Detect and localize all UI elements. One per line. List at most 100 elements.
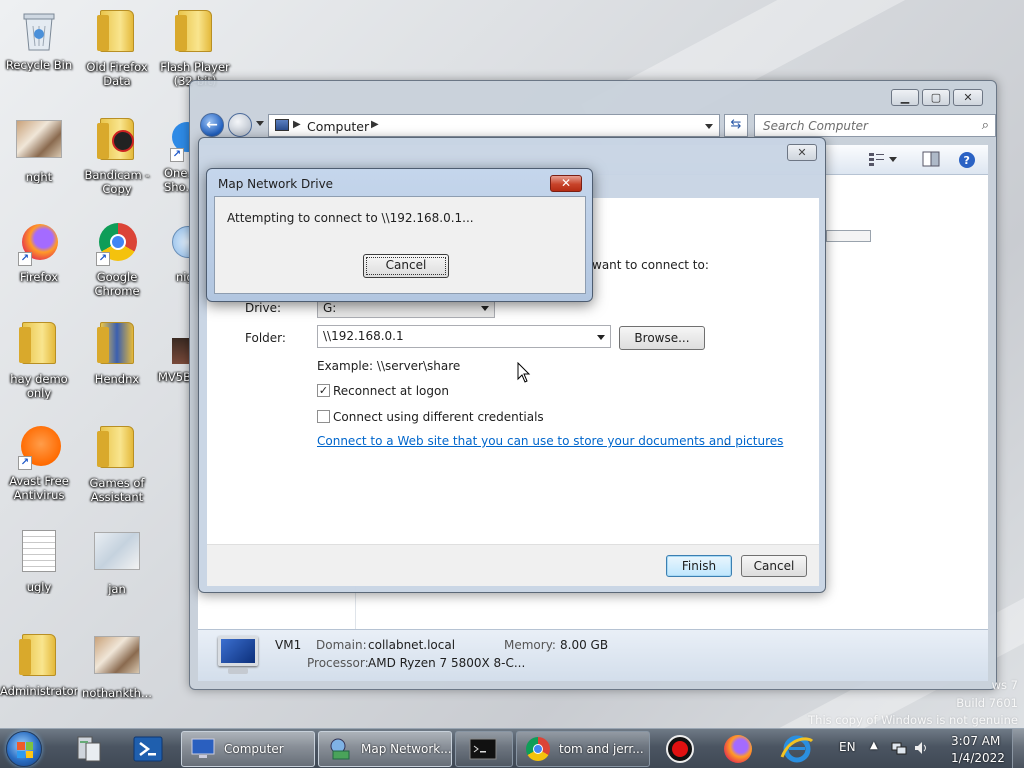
pinned-recorder[interactable]	[656, 733, 704, 765]
desktop-icon-nothankth[interactable]: nothankth...	[78, 632, 156, 700]
search-placeholder: Search Computer	[763, 119, 868, 133]
minimize-button[interactable]: ▁	[891, 89, 919, 106]
volume-tray-icon[interactable]	[913, 740, 929, 756]
desktop-icon-label: nig...	[176, 270, 190, 284]
task-chrome[interactable]: tom and jerr...	[516, 731, 650, 767]
task-computer[interactable]: Computer	[181, 731, 315, 767]
chevron-down-icon[interactable]	[597, 335, 605, 340]
desktop-icon-jan[interactable]: jan	[78, 528, 156, 596]
browse-button[interactable]: Browse...	[619, 326, 705, 350]
task-map-network-drive[interactable]: Map Network...	[318, 731, 452, 767]
preview-pane-icon[interactable]	[922, 151, 940, 167]
folder-icon	[97, 10, 134, 52]
folder-icon	[97, 426, 134, 468]
folder-input[interactable]: \\192.168.0.1	[317, 325, 611, 348]
computer-icon	[190, 737, 216, 761]
chevron-down-icon	[481, 306, 489, 311]
credentials-label[interactable]: Connect using different credentials	[333, 410, 544, 424]
pinned-internet-explorer[interactable]	[772, 733, 820, 765]
connecting-message: Attempting to connect to \\192.168.0.1..…	[227, 211, 474, 225]
wizard-close-button[interactable]: ✕	[787, 144, 817, 161]
search-icon: ⌕	[981, 118, 989, 133]
address-bar[interactable]: ▶ Computer ▶	[268, 114, 720, 137]
chrome-icon	[525, 737, 551, 761]
desktop-icon-flash-player[interactable]: Flash Player (32-bit)	[156, 8, 234, 88]
folder-icon	[175, 10, 212, 52]
computer-name: VM1	[275, 638, 302, 652]
address-dropdown-icon[interactable]	[705, 124, 713, 129]
desktop-icon-label: MV5B...	[158, 370, 190, 384]
desktop-icon-label: nothankth...	[82, 686, 152, 700]
desktop-icon-ugly[interactable]: ugly	[0, 528, 78, 594]
credentials-checkbox[interactable]	[317, 410, 330, 423]
firefox-icon	[724, 735, 752, 763]
forward-button[interactable]	[228, 113, 252, 137]
desktop-icon-bandicam-copy[interactable]: Bandicam - Copy	[78, 116, 156, 196]
desktop-icon-administrator[interactable]: Administrator	[0, 632, 78, 698]
search-input[interactable]: Search Computer ⌕	[754, 114, 996, 137]
desktop-icon-mv5b[interactable]: MV5B...	[156, 320, 190, 384]
task-command-prompt[interactable]	[455, 731, 513, 767]
language-indicator[interactable]: EN	[839, 740, 856, 754]
back-button[interactable]: ←	[200, 113, 224, 137]
desktop-icon-nght[interactable]: nght	[0, 116, 78, 184]
help-icon[interactable]: ?	[958, 151, 976, 168]
desktop-icon-onedrive[interactable]: ↗ One... Sho...	[156, 116, 190, 194]
desktop-icon-avast[interactable]: ↗ Avast Free Antivirus	[0, 424, 78, 502]
windows-logo-icon	[17, 742, 33, 758]
recent-pages-dropdown[interactable]	[256, 121, 264, 126]
show-desktop-button[interactable]	[1012, 729, 1024, 768]
image-thumbnail-icon	[16, 120, 62, 158]
image-thumbnail-icon	[94, 532, 140, 570]
folder-icon	[19, 634, 56, 676]
pinned-server-manager[interactable]	[66, 733, 114, 765]
finish-button[interactable]: Finish	[666, 555, 732, 577]
network-tray-icon[interactable]	[891, 741, 907, 755]
breadcrumb-arrow-icon[interactable]: ▶	[371, 119, 379, 130]
reconnect-label[interactable]: Reconnect at logon	[333, 384, 449, 398]
watermark-build: Build 7601	[956, 696, 1018, 710]
processor-label: Processor:	[307, 656, 369, 670]
desktop-icon-label: Avast Free Antivirus	[9, 474, 69, 502]
desktop-icon-label: jan	[108, 582, 126, 596]
wizard-prompt-text: want to connect to:	[592, 258, 709, 272]
dialog-title: Map Network Drive	[218, 177, 334, 191]
desktop-icon-old-firefox-data[interactable]: Old Firefox Data	[78, 8, 156, 88]
folder-icon	[19, 322, 56, 364]
avast-icon: ↗	[16, 424, 62, 470]
breadcrumb-arrow-icon: ▶	[293, 119, 301, 130]
desktop-icon-label: Bandicam - Copy	[84, 168, 150, 196]
refresh-button[interactable]: ⇆	[724, 114, 748, 137]
dialog-close-button[interactable]: ✕	[550, 175, 582, 192]
desktop-icon-hendnx[interactable]: Hendnx	[78, 320, 156, 386]
clock-date[interactable]: 1/4/2022	[951, 751, 1005, 765]
internet-explorer-icon	[780, 735, 814, 763]
navigation-bar: ← ▶ Computer ▶ ⇆ Search Computer ⌕	[198, 113, 996, 139]
desktop-icon-firefox[interactable]: ↗ Firefox	[0, 220, 78, 284]
clock-time[interactable]: 3:07 AM	[951, 734, 1000, 748]
breadcrumb-computer[interactable]: Computer	[307, 119, 369, 134]
pinned-firefox[interactable]	[714, 733, 762, 765]
desktop-icon-recycle-bin[interactable]: Recycle Bin	[0, 8, 78, 72]
desktop-icon-hay-demo-only[interactable]: hay demo only	[0, 320, 78, 400]
desktop-icon-label: One... Sho...	[164, 166, 190, 194]
close-button[interactable]: ✕	[953, 89, 983, 106]
pinned-powershell[interactable]	[124, 733, 172, 765]
computer-monitor-icon	[218, 636, 258, 666]
view-options-icon[interactable]	[868, 151, 897, 167]
details-pane: VM1 Domain: collabnet.local Memory: 8.00…	[198, 629, 988, 681]
reconnect-checkbox[interactable]: ✓	[317, 384, 330, 397]
drive-label: Drive:	[245, 301, 282, 315]
dialog-cancel-button[interactable]: Cancel	[363, 254, 449, 278]
web-site-link[interactable]: Connect to a Web site that you can use t…	[317, 434, 783, 448]
desktop-icon-nig[interactable]: nig...	[156, 220, 190, 284]
desktop-icon-google-chrome[interactable]: ↗ Google Chrome	[78, 220, 156, 298]
onedrive-shortcut-icon: ↗	[168, 116, 190, 162]
start-button[interactable]	[6, 731, 42, 767]
desktop-icon-games-of-assistant[interactable]: Games of Assistant	[78, 424, 156, 504]
folder-icon	[97, 322, 134, 364]
folder-input-value: \\192.168.0.1	[323, 329, 404, 343]
wizard-cancel-button[interactable]: Cancel	[741, 555, 807, 577]
show-hidden-icons-icon[interactable]: ▲	[870, 740, 878, 751]
maximize-button[interactable]: ▢	[922, 89, 950, 106]
